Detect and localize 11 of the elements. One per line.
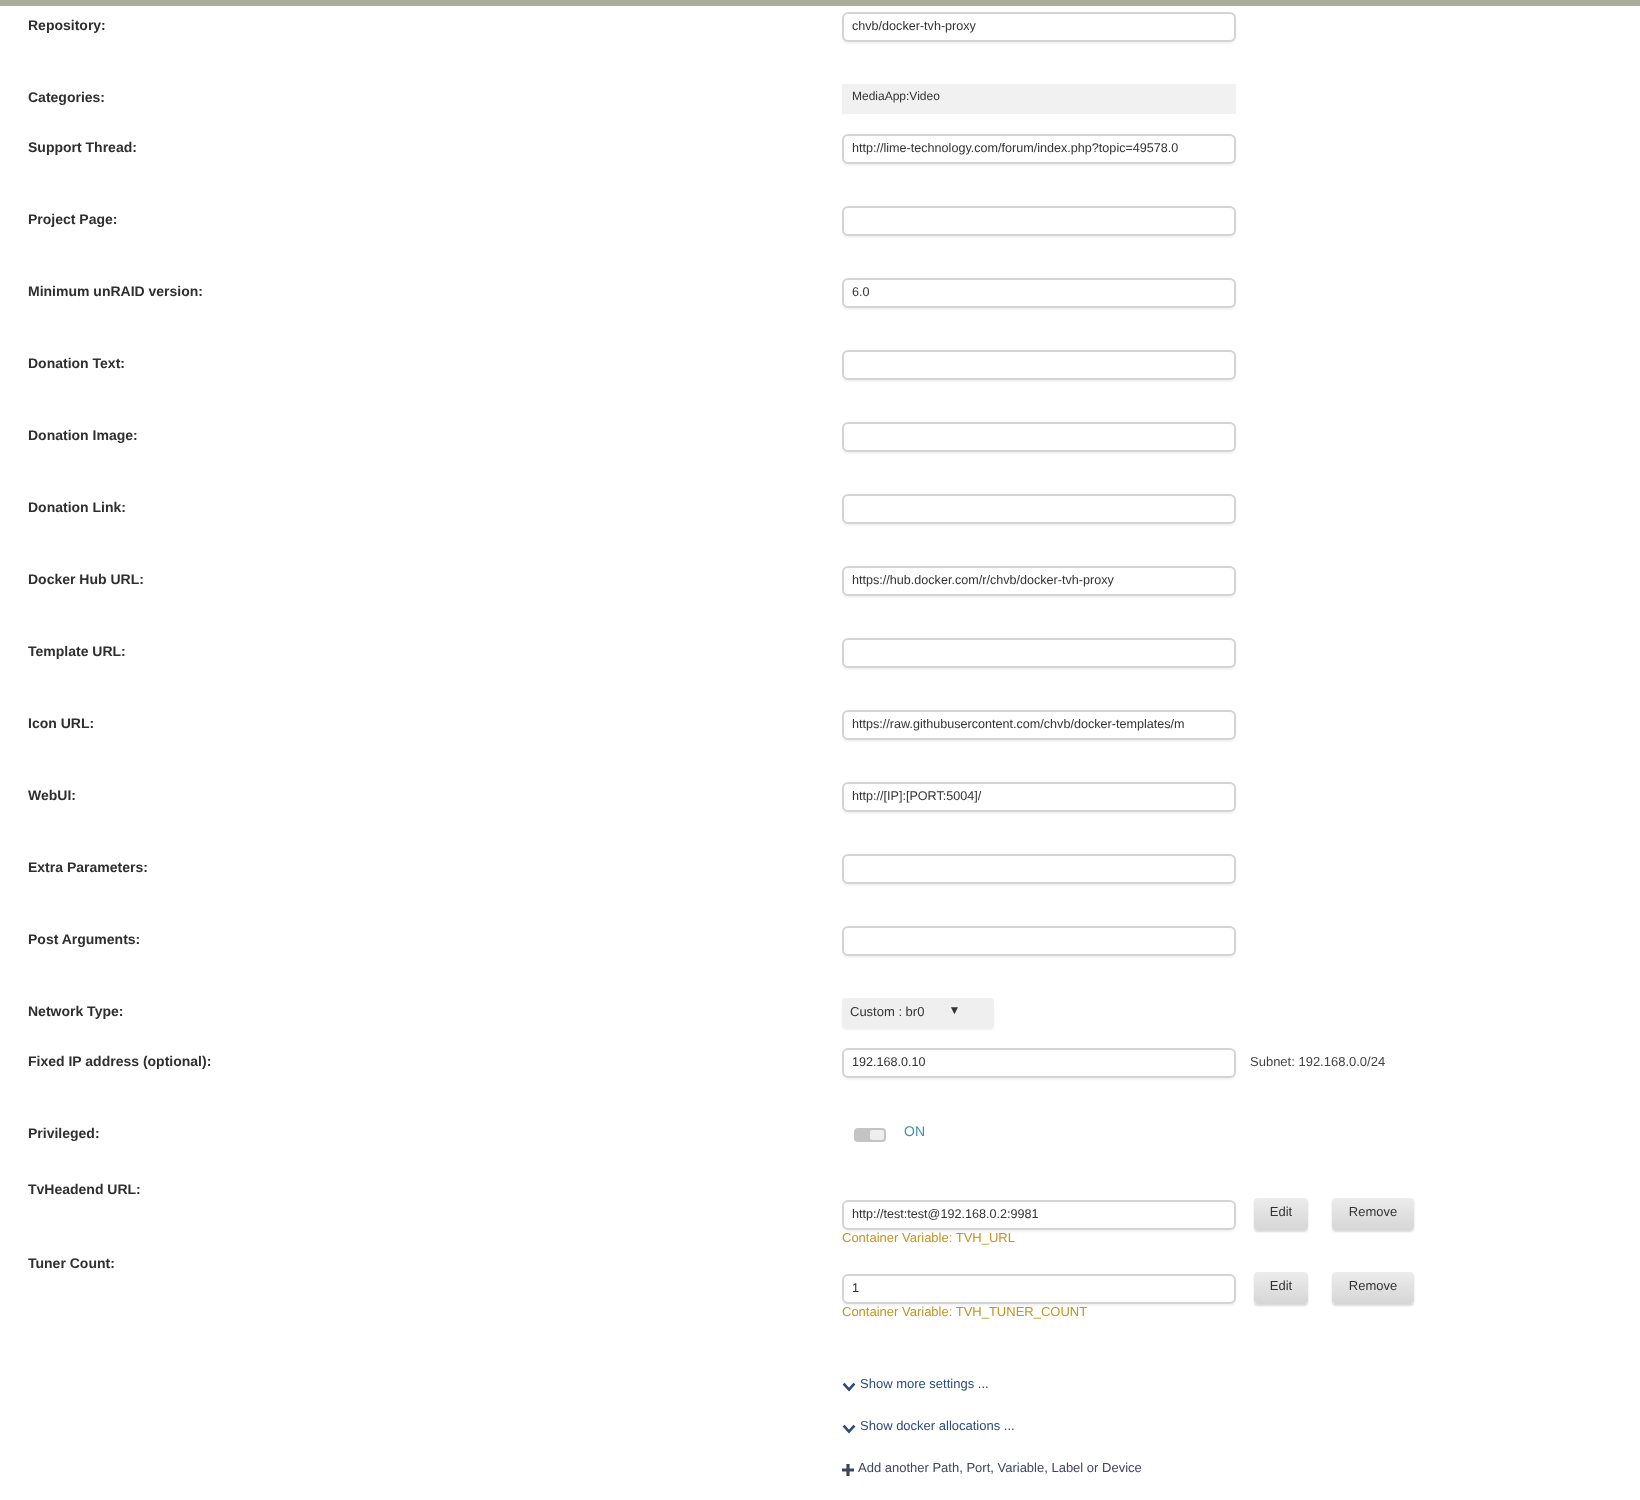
input-field[interactable] [842, 926, 1236, 956]
input-field[interactable] [842, 422, 1236, 452]
chevron-down-icon [842, 1423, 856, 1433]
chevron-down-icon [842, 1381, 856, 1391]
input-field[interactable] [842, 206, 1236, 236]
input-field[interactable] [842, 494, 1236, 524]
input-field[interactable] [842, 854, 1236, 884]
input-field[interactable] [842, 638, 1236, 668]
toggle-switch[interactable] [854, 1128, 886, 1142]
input-field[interactable] [842, 350, 1236, 380]
plus-icon [842, 1464, 854, 1476]
